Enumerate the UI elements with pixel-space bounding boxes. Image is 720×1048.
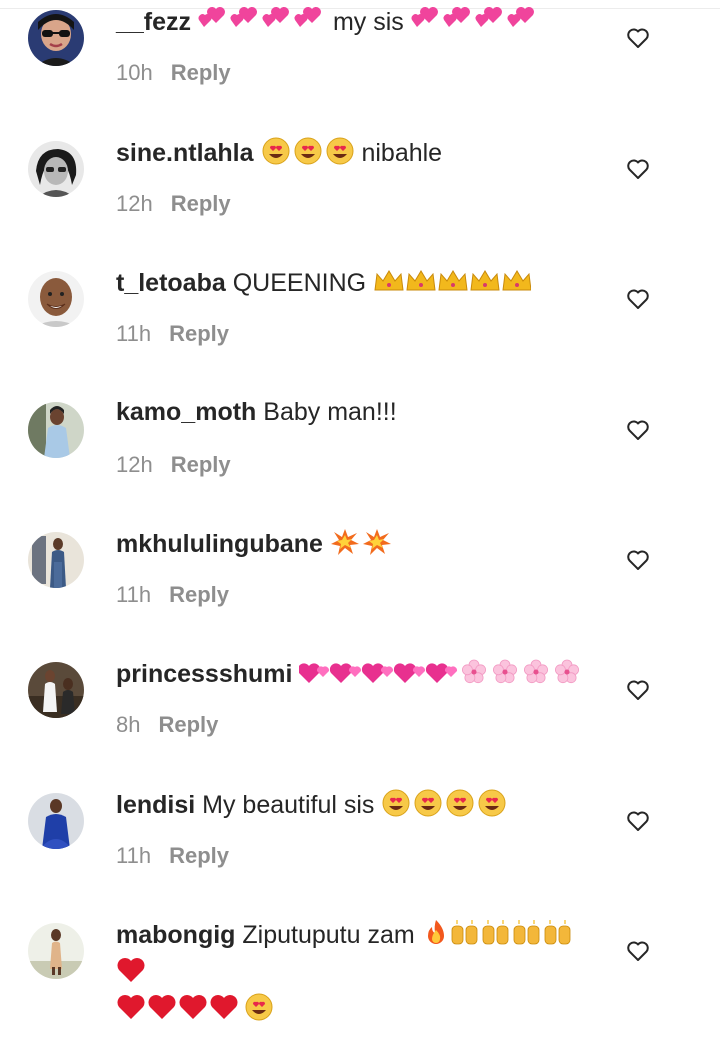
heart-eyes-emoji xyxy=(381,788,507,825)
comment-text: princessshumi xyxy=(116,657,596,694)
comment-timestamp: 11h xyxy=(116,321,152,346)
like-heart-icon[interactable] xyxy=(626,810,650,832)
double-pink-hearts-emoji xyxy=(198,5,326,42)
comment-timestamp: 8h xyxy=(116,712,141,737)
like-heart-icon[interactable] xyxy=(626,27,650,49)
cherry-blossom-emoji xyxy=(459,657,583,694)
avatar[interactable] xyxy=(28,532,84,588)
reply-button[interactable]: Reply xyxy=(169,582,229,607)
reply-button[interactable]: Reply xyxy=(171,191,231,216)
reply-button[interactable]: Reply xyxy=(171,60,231,85)
fire-emoji xyxy=(422,918,450,955)
comment-item: __fezz my sis 10h Reply xyxy=(0,5,720,135)
comment-text: t_letoaba QUEENING xyxy=(116,266,596,303)
avatar[interactable] xyxy=(28,402,84,458)
comment-meta: 12h Reply xyxy=(116,452,231,478)
avatar[interactable] xyxy=(28,793,84,849)
comment-message: Baby man!!! xyxy=(263,398,397,426)
comment-username[interactable]: kamo_moth xyxy=(116,398,256,426)
comment-item: mabongig Ziputuputu zam xyxy=(0,918,720,1048)
like-heart-icon[interactable] xyxy=(626,549,650,571)
avatar[interactable] xyxy=(28,923,84,979)
comment-timestamp: 10h xyxy=(116,60,153,85)
comment-meta: 12h Reply xyxy=(116,191,231,217)
comment-username[interactable]: t_letoaba xyxy=(116,269,226,297)
double-pink-hearts-emoji xyxy=(411,5,539,42)
like-heart-icon[interactable] xyxy=(626,940,650,962)
collision-emoji xyxy=(330,527,394,564)
comment-message: nibahle xyxy=(361,139,443,167)
comment-username[interactable]: sine.ntlahla xyxy=(116,139,254,167)
comment-item: lendisi My beautiful sis 11h Reply xyxy=(0,788,720,918)
comment-username[interactable]: princessshumi xyxy=(116,660,292,688)
like-heart-icon[interactable] xyxy=(626,679,650,701)
comment-username[interactable]: mabongig xyxy=(116,921,235,949)
comment-text: lendisi My beautiful sis xyxy=(116,788,596,825)
comment-timestamp: 12h xyxy=(116,191,153,216)
comment-message: my sis xyxy=(332,8,404,36)
comment-username[interactable]: mkhululingubane xyxy=(116,530,323,558)
comment-text: __fezz my sis xyxy=(116,5,596,42)
comment-message: Ziputuputu zam xyxy=(242,921,415,949)
reply-button[interactable]: Reply xyxy=(158,712,218,737)
comment-username[interactable]: __fezz xyxy=(116,8,191,36)
comment-text: mkhululingubane xyxy=(116,527,596,564)
comment-timestamp: 11h xyxy=(116,843,152,868)
comment-item: t_letoaba QUEENING 11h Reply xyxy=(0,266,720,396)
red-heart-emoji xyxy=(116,992,244,1029)
like-heart-icon[interactable] xyxy=(626,158,650,180)
comment-meta: 8h Reply xyxy=(116,712,218,738)
avatar[interactable] xyxy=(28,662,84,718)
comment-timestamp: 12h xyxy=(116,452,153,477)
heart-eyes-emoji xyxy=(244,992,274,1029)
comment-text: sine.ntlahla nibahle xyxy=(116,136,596,173)
comment-username[interactable]: lendisi xyxy=(116,791,195,819)
revolving-hearts-emoji xyxy=(298,657,459,694)
like-heart-icon[interactable] xyxy=(626,288,650,310)
comment-meta: 11h Reply xyxy=(116,582,229,608)
avatar[interactable] xyxy=(28,10,84,66)
comment-meta: 11h Reply xyxy=(116,843,229,869)
comment-message: My beautiful sis xyxy=(202,791,375,819)
comment-text: kamo_moth Baby man!!! xyxy=(116,397,596,427)
red-heart-emoji xyxy=(116,955,146,992)
comment-item: princessshumi 8h Reply xyxy=(0,657,720,787)
reply-button[interactable]: Reply xyxy=(169,843,229,868)
comment-message: QUEENING xyxy=(232,269,367,297)
avatar[interactable] xyxy=(28,271,84,327)
comment-item: kamo_moth Baby man!!! 12h Reply xyxy=(0,397,720,527)
heart-eyes-emoji xyxy=(261,136,355,173)
comment-meta: 10h Reply xyxy=(116,60,231,86)
reply-button[interactable]: Reply xyxy=(169,321,229,346)
comment-item: mkhululingubane 11h Reply xyxy=(0,527,720,657)
comment-timestamp: 11h xyxy=(116,582,152,607)
raising-hands-emoji xyxy=(450,918,574,955)
comment-text: mabongig Ziputuputu zam xyxy=(116,918,596,1029)
reply-button[interactable]: Reply xyxy=(171,452,231,477)
crown-emoji xyxy=(373,266,532,303)
comment-item: sine.ntlahla nibahle 12h Reply xyxy=(0,136,720,266)
like-heart-icon[interactable] xyxy=(626,419,650,441)
comment-meta: 11h Reply xyxy=(116,321,229,347)
avatar[interactable] xyxy=(28,141,84,197)
